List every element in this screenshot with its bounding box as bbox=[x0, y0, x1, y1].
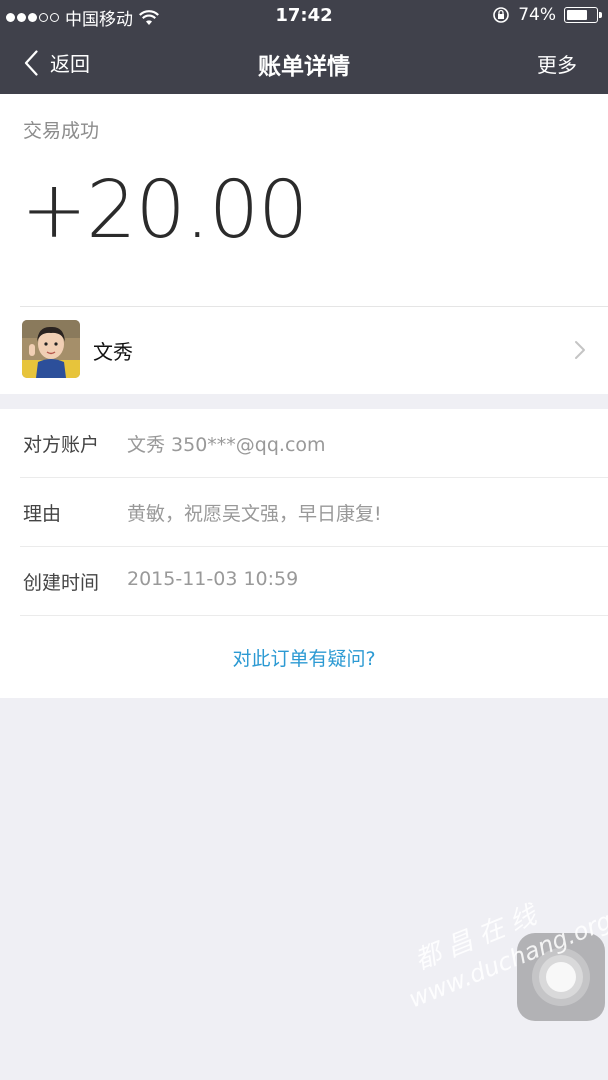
detail-value: 2015-11-03 10:59 bbox=[127, 568, 299, 590]
status-bar: 中国移动 17:42 74% bbox=[0, 0, 608, 32]
page-title: 账单详情 bbox=[258, 54, 350, 80]
transaction-details: 对方账户 文秀 350***@qq.com 理由 黄敏，祝愿吴文强，早日康复! … bbox=[0, 409, 608, 698]
payer-name: 文秀 bbox=[93, 340, 133, 364]
payer-row[interactable]: 文秀 bbox=[0, 307, 608, 394]
transaction-status: 交易成功 bbox=[23, 120, 100, 142]
detail-label: 对方账户 bbox=[23, 434, 100, 456]
battery-fill bbox=[567, 10, 587, 20]
battery-percent: 74% bbox=[518, 5, 556, 25]
avatar bbox=[22, 320, 80, 378]
navigation-bar: 返回 账单详情 更多 bbox=[0, 32, 608, 94]
detail-row-account: 对方账户 文秀 350***@qq.com bbox=[0, 409, 608, 477]
detail-row-reason: 理由 黄敏，祝愿吴文强，早日康复! bbox=[0, 478, 608, 546]
chevron-right-icon bbox=[575, 341, 585, 359]
detail-value: 黄敏，祝愿吴文强，早日康复! bbox=[127, 503, 382, 525]
detail-label: 理由 bbox=[23, 503, 62, 525]
divider bbox=[20, 615, 608, 616]
detail-label: 创建时间 bbox=[23, 572, 100, 594]
detail-row-created-time: 创建时间 2015-11-03 10:59 bbox=[0, 547, 608, 615]
more-button[interactable]: 更多 bbox=[537, 49, 577, 78]
orientation-lock-icon bbox=[493, 7, 510, 23]
transaction-summary: 交易成功 +20.00 文秀 bbox=[0, 94, 608, 394]
assistive-touch-button[interactable] bbox=[517, 933, 605, 1021]
detail-value: 文秀 350***@qq.com bbox=[127, 434, 326, 456]
avatar-image bbox=[22, 320, 80, 378]
app-header: 中国移动 17:42 74% 返回 账单详情 更多 bbox=[0, 0, 608, 94]
transaction-amount: +20.00 bbox=[21, 164, 308, 256]
battery-icon bbox=[564, 7, 602, 23]
order-question-link[interactable]: 对此订单有疑问? bbox=[0, 644, 608, 671]
status-right: 74% bbox=[492, 5, 602, 25]
